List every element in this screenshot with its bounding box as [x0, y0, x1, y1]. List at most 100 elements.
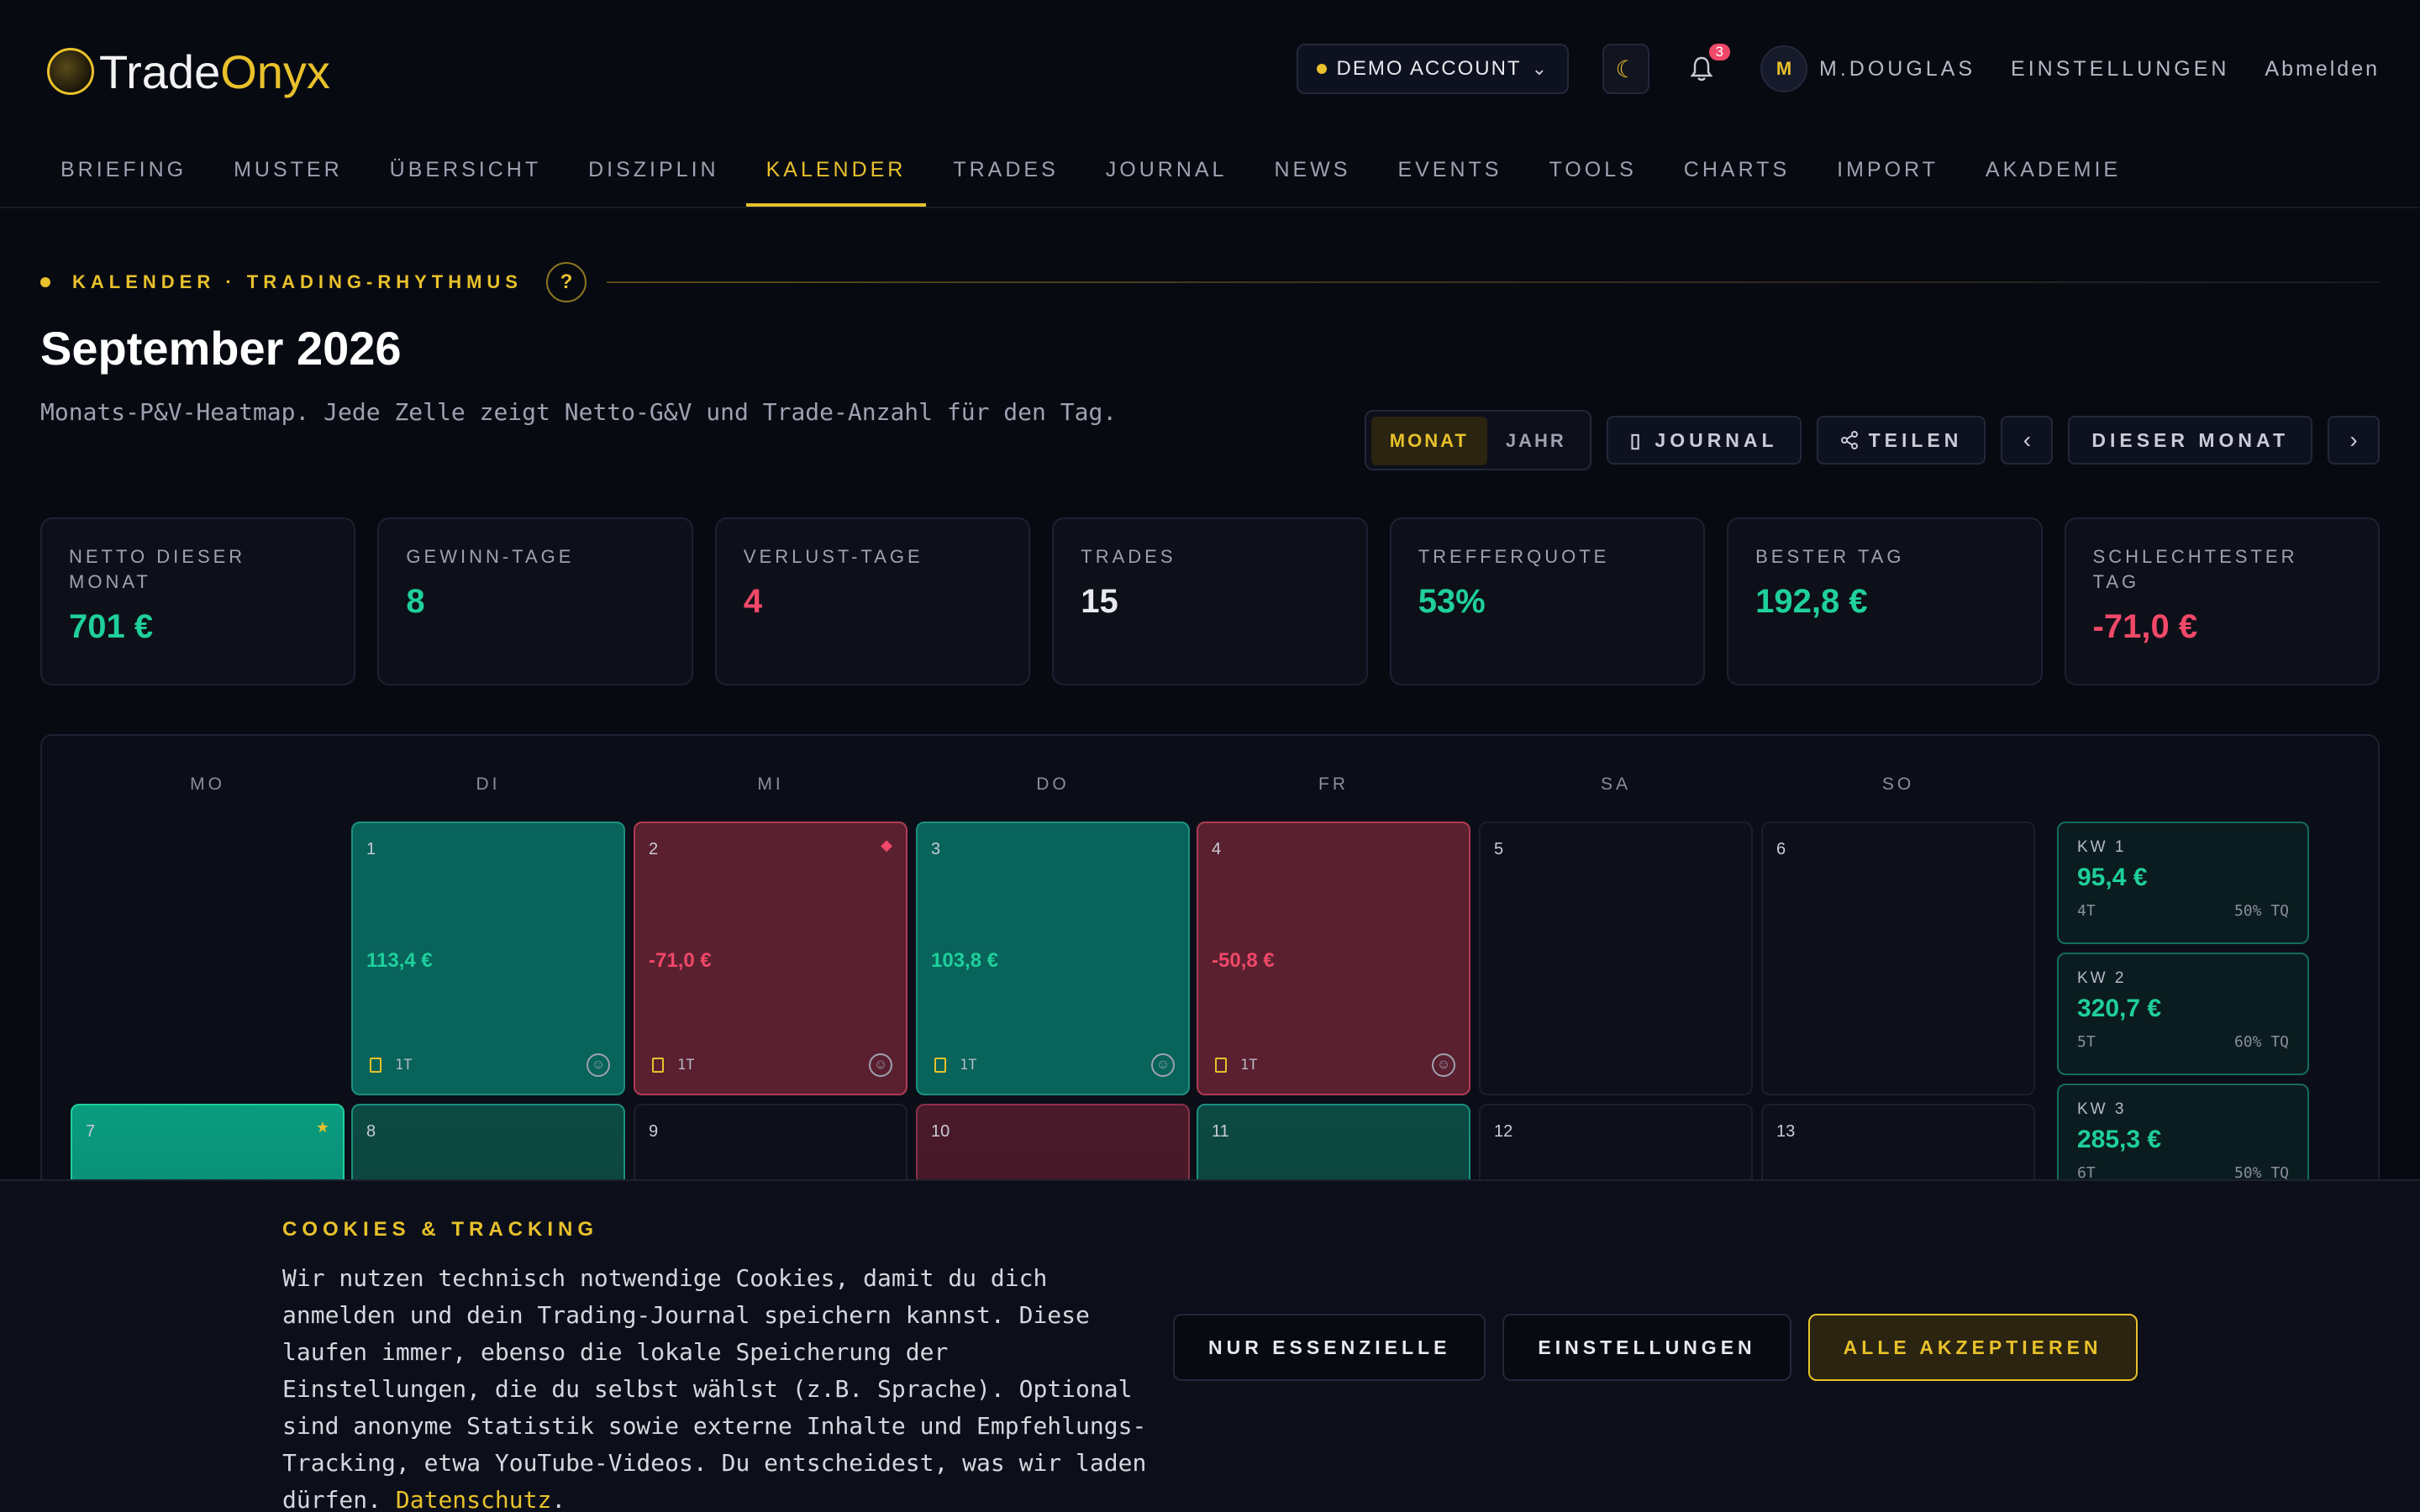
- avatar[interactable]: M: [1760, 45, 1807, 92]
- day-number: 3: [931, 840, 941, 858]
- view-switch: MONAT JAHR: [1364, 410, 1591, 470]
- nav-item-muster[interactable]: MUSTER: [213, 141, 363, 207]
- stat-label: TREFFERQUOTE: [1418, 546, 1610, 567]
- weekday-label: DO: [1036, 774, 1070, 794]
- week-pnl: 95,4 €: [2077, 864, 2148, 891]
- stat-label: NETTO DIESER MONAT: [69, 546, 246, 592]
- week-pnl: 285,3 €: [2077, 1126, 2162, 1153]
- week-label: KW 2: [2077, 969, 2127, 987]
- nav-item-briefing[interactable]: BRIEFING: [40, 141, 207, 207]
- nav-item-import[interactable]: IMPORT: [1817, 141, 1959, 207]
- journal-note-icon: [934, 1058, 946, 1073]
- stat-label: GEWINN-TAGE: [406, 546, 575, 567]
- nav-item-events[interactable]: EVENTS: [1377, 141, 1522, 207]
- logo-icon: [47, 48, 94, 95]
- week-day-count: 5T: [2077, 1033, 2096, 1051]
- worst-day-diamond-icon: ◆: [881, 837, 892, 853]
- nav-item-akademie[interactable]: AKADEMIE: [1965, 141, 2141, 207]
- calendar-toolbar: MONAT JAHR ▯ JOURNAL TEILEN ‹ DIESER MON…: [1364, 410, 2380, 470]
- weekday-label: SO: [1881, 774, 1915, 794]
- eyebrow-text: KALENDER · TRADING-RHYTHMUS: [72, 271, 523, 292]
- week-day-count: 4T: [2077, 902, 2096, 920]
- settings-link[interactable]: EINSTELLUNGEN: [2011, 57, 2229, 81]
- stat-card-net: NETTO DIESER MONAT 701 €: [40, 517, 356, 685]
- calendar-day[interactable]: 4 -50,8 € 1T ☺: [1197, 822, 1470, 1095]
- nav-item-uebersicht[interactable]: ÜBERSICHT: [370, 141, 561, 207]
- day-number: 7: [86, 1122, 96, 1141]
- prev-month-button[interactable]: ‹: [2001, 416, 2054, 465]
- nav-item-disziplin[interactable]: DISZIPLIN: [568, 141, 739, 207]
- week-summary-card[interactable]: KW 2 320,7 € 5T 60% TQ: [2057, 953, 2309, 1075]
- stat-label: TRADES: [1081, 546, 1176, 567]
- section-eyebrow: KALENDER · TRADING-RHYTHMUS ?: [40, 262, 2380, 302]
- weekday-label: SA: [1600, 774, 1631, 794]
- stat-label: SCHLECHTESTER TAG: [2092, 546, 2298, 592]
- cookie-text: Wir nutzen technisch notwendige Cookies,…: [282, 1260, 1156, 1512]
- logout-link[interactable]: Abmelden: [2265, 57, 2380, 81]
- logo[interactable]: TradeOnyx: [47, 42, 330, 101]
- cookie-settings-button[interactable]: EINSTELLUNGEN: [1502, 1314, 1791, 1381]
- account-switcher[interactable]: DEMO ACCOUNT ⌄: [1296, 44, 1569, 94]
- bell-icon: [1690, 56, 1713, 81]
- calendar-day[interactable]: 6: [1761, 822, 2035, 1095]
- cookie-banner: COOKIES & TRACKING Wir nutzen technisch …: [0, 1179, 2420, 1512]
- logo-text: TradeOnyx: [99, 45, 330, 98]
- mood-icon: ☺: [1151, 1053, 1175, 1077]
- accept-all-button[interactable]: ALLE AKZEPTIEREN: [1807, 1314, 2138, 1381]
- mood-neutral-icon: ☺: [587, 1053, 610, 1077]
- day-pnl: -50,8 €: [1212, 949, 1275, 972]
- week-footer: 5T 60% TQ: [2077, 1033, 2289, 1051]
- nav-item-news[interactable]: NEWS: [1254, 141, 1370, 207]
- week-hit-rate: 60% TQ: [2233, 1033, 2289, 1051]
- page-title: September 2026: [40, 322, 402, 375]
- week-summary-card[interactable]: KW 1 95,4 € 4T 50% TQ: [2057, 822, 2309, 944]
- day-number: 2: [649, 840, 659, 858]
- view-year-button[interactable]: JAHR: [1487, 417, 1585, 465]
- privacy-link[interactable]: Datenschutz: [396, 1486, 551, 1512]
- page-description: Monats-P&V-Heatmap. Jede Zelle zeigt Net…: [40, 398, 1118, 426]
- calendar-day[interactable]: 3 103,8 € 1T ☺: [916, 822, 1190, 1095]
- stat-label: BESTER TAG: [1755, 546, 1905, 567]
- day-number: 4: [1212, 840, 1222, 858]
- nav-item-kalender[interactable]: KALENDER: [745, 141, 927, 207]
- nav-item-charts[interactable]: CHARTS: [1664, 141, 1810, 207]
- book-icon: ▯: [1629, 428, 1645, 451]
- main-nav: BRIEFING MUSTER ÜBERSICHT DISZIPLIN KALE…: [40, 141, 2148, 207]
- essential-only-button[interactable]: NUR ESSENZIELLE: [1173, 1314, 1486, 1381]
- stat-value: 53%: [1418, 583, 1486, 620]
- stat-value: -71,0 €: [2092, 608, 2198, 645]
- header-actions: DEMO ACCOUNT ⌄ ☾ 3 M M.DOUGLAS EINSTELLU…: [1296, 44, 2380, 94]
- mood-icon: ☺: [1432, 1053, 1455, 1077]
- calendar-day[interactable]: 5: [1479, 822, 1753, 1095]
- account-status-dot: [1316, 64, 1327, 74]
- theme-toggle-button[interactable]: ☾: [1602, 44, 1649, 94]
- notifications-button[interactable]: 3: [1685, 44, 1730, 94]
- nav-item-tools[interactable]: TOOLS: [1528, 141, 1656, 207]
- journal-note-icon: [652, 1058, 664, 1073]
- calendar-day[interactable]: 1 113,4 € 1T ☺: [351, 822, 625, 1095]
- week-footer: 4T 50% TQ: [2077, 902, 2289, 920]
- next-month-button[interactable]: ›: [2328, 416, 2380, 465]
- day-footer: 1T ☺: [1215, 1053, 1455, 1077]
- day-number: 8: [366, 1122, 376, 1141]
- view-month-button[interactable]: MONAT: [1370, 417, 1487, 465]
- share-button-label: TEILEN: [1868, 428, 1963, 451]
- stat-card-worst-day: SCHLECHTESTER TAG -71,0 €: [2064, 517, 2380, 685]
- day-pnl: -71,0 €: [649, 949, 712, 972]
- day-number: 5: [1494, 840, 1504, 858]
- share-button[interactable]: TEILEN: [1816, 416, 1986, 465]
- nav-item-trades[interactable]: TRADES: [933, 141, 1078, 207]
- this-month-button[interactable]: DIESER MONAT: [2068, 416, 2312, 465]
- day-number: 1: [366, 840, 376, 858]
- day-footer: 1T ☺: [370, 1053, 610, 1077]
- help-button[interactable]: ?: [545, 262, 587, 302]
- user-name[interactable]: M.DOUGLAS: [1819, 57, 1975, 81]
- day-number: 12: [1494, 1122, 1513, 1141]
- stat-value: 192,8 €: [1755, 583, 1868, 620]
- calendar-day[interactable]: 2 ◆ -71,0 € 1T ☺: [634, 822, 908, 1095]
- chevron-down-icon: ⌄: [1531, 58, 1549, 79]
- weekday-label: DI: [476, 774, 501, 794]
- nav-item-journal[interactable]: JOURNAL: [1086, 141, 1248, 207]
- journal-button[interactable]: ▯ JOURNAL: [1606, 416, 1802, 465]
- eyebrow-dot: [40, 277, 50, 287]
